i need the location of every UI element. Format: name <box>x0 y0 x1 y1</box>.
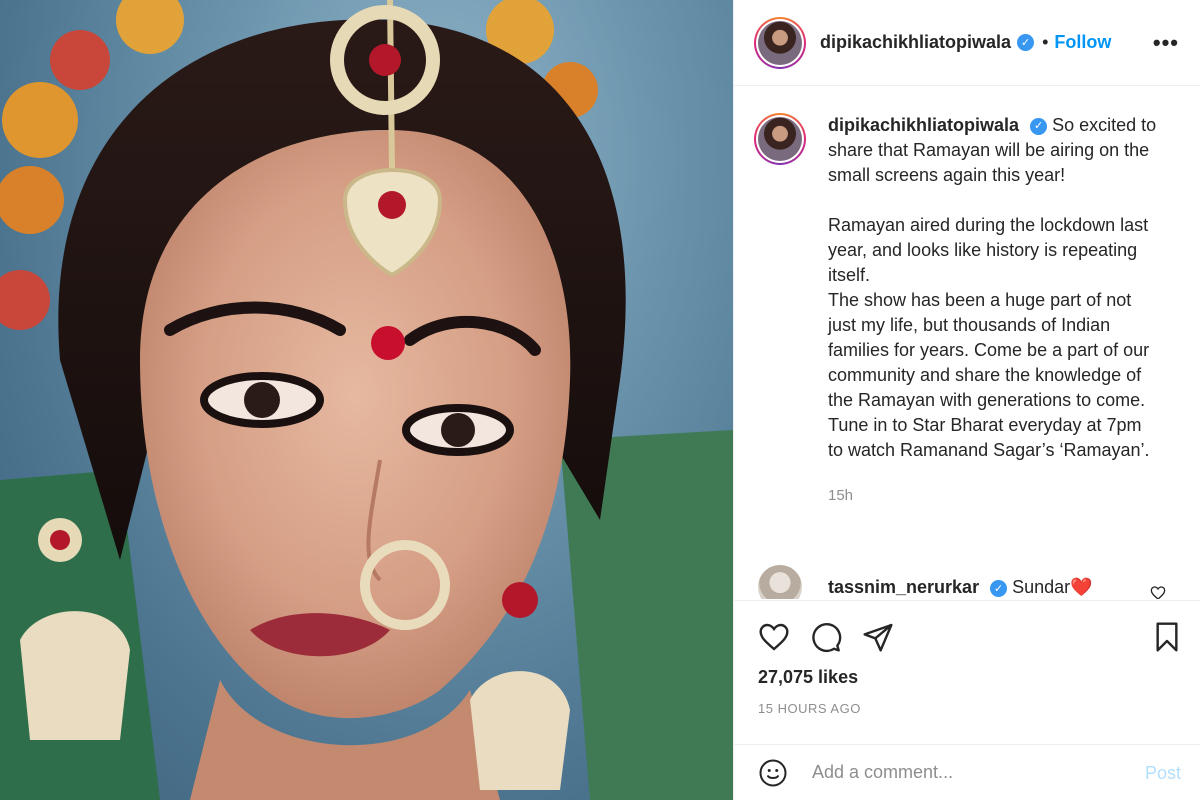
verified-badge-icon: ✓ <box>1017 34 1035 51</box>
comment-username[interactable]: tassnim_nerurkar <box>828 577 979 597</box>
comment-item: tassnim_nerurkar ✓ Sundar❤️ <box>754 565 1184 599</box>
header-avatar[interactable] <box>754 16 806 69</box>
comments-section[interactable]: dipikachikhliatopiwala ✓ So excited to s… <box>734 87 1200 599</box>
caption-age[interactable]: 15h <box>828 483 1158 508</box>
comment-text: tassnim_nerurkar ✓ Sundar❤️ <box>828 577 1093 598</box>
post-actions: 27,075 likes 15 HOURS AGO <box>734 600 1200 750</box>
post-image[interactable] <box>0 0 733 800</box>
post-header: dipikachikhliatopiwala ✓ • Follow ••• <box>734 0 1200 86</box>
comment-bubble-icon[interactable] <box>808 619 844 655</box>
bookmark-icon[interactable] <box>1149 619 1185 655</box>
post-photo-illustration <box>0 0 733 800</box>
comment-input[interactable] <box>812 762 1132 783</box>
like-heart-icon[interactable] <box>756 619 792 655</box>
comment-body: Sundar❤️ <box>1012 577 1093 597</box>
caption-avatar[interactable] <box>754 113 806 165</box>
caption-text-line2: Ramayan aired during the lockdown last y… <box>828 215 1149 285</box>
post-comment-button[interactable]: Post <box>1145 763 1181 784</box>
caption-text-line3: The show has been a huge part of not jus… <box>828 290 1150 460</box>
separator-dot: • <box>1042 32 1049 52</box>
emoji-smiley-icon[interactable] <box>756 756 790 790</box>
verified-badge-icon: ✓ <box>1030 117 1048 135</box>
comment-avatar[interactable] <box>758 565 802 599</box>
header-username[interactable]: dipikachikhliatopiwala <box>820 32 1011 53</box>
more-options-icon[interactable]: ••• <box>1153 30 1179 56</box>
verified-badge-icon: ✓ <box>990 579 1008 597</box>
caption-username[interactable]: dipikachikhliatopiwala <box>828 115 1019 135</box>
comment-like-heart-icon[interactable] <box>1150 585 1166 599</box>
follow-button[interactable]: Follow <box>1054 32 1111 53</box>
post-side-panel: dipikachikhliatopiwala ✓ • Follow ••• di… <box>733 0 1200 800</box>
add-comment-bar: Post <box>734 744 1200 800</box>
likes-count[interactable]: 27,075 likes <box>758 667 858 688</box>
post-caption: dipikachikhliatopiwala ✓ So excited to s… <box>754 113 1184 508</box>
share-paper-plane-icon[interactable] <box>860 619 896 655</box>
post-timestamp[interactable]: 15 HOURS AGO <box>758 701 861 716</box>
caption-text-block: dipikachikhliatopiwala ✓ So excited to s… <box>828 113 1158 508</box>
